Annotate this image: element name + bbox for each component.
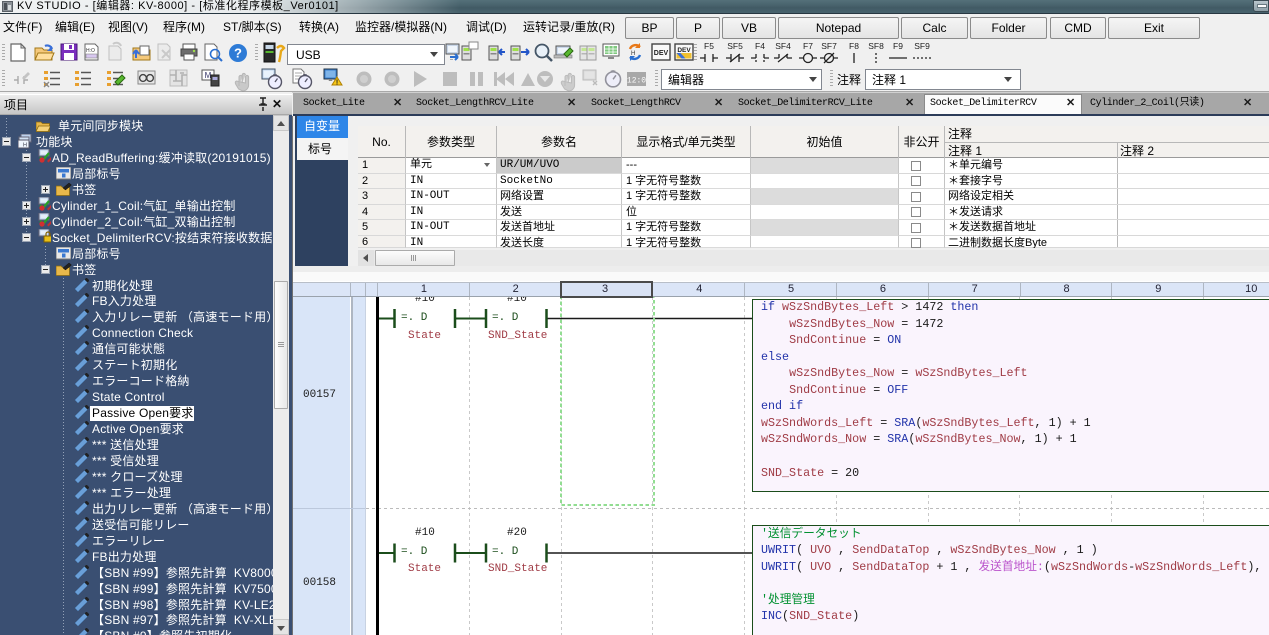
svg-text:!: !: [336, 80, 338, 87]
svg-text:H: H: [23, 142, 27, 148]
svg-text:12:0: 12:0: [627, 77, 646, 86]
